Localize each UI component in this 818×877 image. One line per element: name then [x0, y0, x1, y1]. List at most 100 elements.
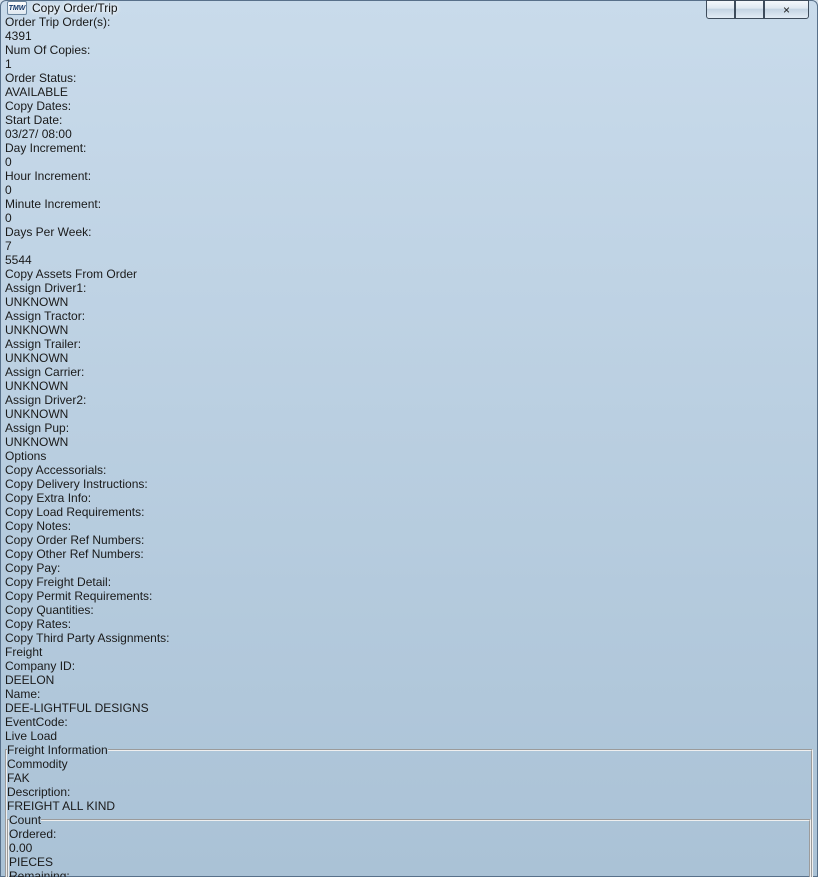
day-increment-label: Day Increment:	[5, 141, 86, 155]
description-field[interactable]: FREIGHT ALL KIND	[7, 799, 811, 813]
count-group-title: Count	[9, 813, 41, 827]
tab-freight[interactable]: Freight	[5, 645, 813, 659]
day-increment-input[interactable]: 0	[5, 155, 813, 169]
assign-tractor-label: Assign Tractor:	[5, 309, 85, 323]
options-section: Options Copy Accessorials: Copy Delivery…	[5, 449, 813, 645]
options-column-3: Copy Permit Requirements: Copy Quantitie…	[5, 589, 813, 645]
option-label: Copy Load Requirements:	[5, 505, 144, 519]
client-area: Order Trip Order(s): 4391 Num Of Copies:…	[5, 15, 813, 877]
company-id-label: Company ID:	[5, 659, 75, 673]
count-ordered-field[interactable]: 0.00	[9, 841, 809, 855]
copy-order-trip-window: TMW Copy Order/Trip × Order Trip Ord	[0, 0, 818, 877]
tab-order-5544[interactable]: 5544	[5, 253, 813, 267]
option-copy-third-party-assignments: Copy Third Party Assignments:	[5, 631, 813, 645]
window-title: Copy Order/Trip	[32, 1, 118, 15]
orders-input[interactable]: 4391	[5, 29, 813, 43]
order-status-combobox[interactable]: AVAILABLE	[5, 85, 813, 99]
days-per-week-column: Days Per Week: 7	[5, 225, 813, 253]
minute-increment-column: Minute Increment: 0	[5, 197, 813, 225]
assign-trailer-combobox[interactable]: UNKNOWN	[5, 351, 813, 365]
copy-dates-header: Copy Dates:	[5, 99, 813, 113]
hour-increment-label: Hour Increment:	[5, 169, 91, 183]
option-label: Copy Rates:	[5, 617, 71, 631]
assign-driver2-combobox[interactable]: UNKNOWN	[5, 407, 813, 421]
option-copy-rates: Copy Rates:	[5, 617, 813, 631]
minute-increment-label: Minute Increment:	[5, 197, 101, 211]
option-label: Copy Quantities:	[5, 603, 94, 617]
assign-pup-combobox[interactable]: UNKNOWN	[5, 435, 813, 449]
order-radio-label: Order	[5, 15, 36, 29]
event-code-field[interactable]: Live Load	[5, 729, 813, 743]
close-icon: ×	[783, 3, 790, 17]
minimize-button[interactable]	[706, 0, 735, 19]
copy-dates-header-label: Copy Dates:	[5, 99, 71, 113]
commodity-label: Commodity	[7, 757, 68, 771]
assign-carrier-combobox[interactable]: UNKNOWN	[5, 379, 813, 393]
name-label: Name:	[5, 687, 40, 701]
num-copies-input[interactable]: 1	[5, 57, 813, 71]
remaining-label: Remaining:	[9, 869, 70, 877]
assign-pup-value: UNKNOWN	[5, 435, 68, 449]
close-button[interactable]: ×	[764, 0, 809, 19]
assign-trailer-label: Assign Trailer:	[5, 337, 81, 351]
start-date-time: 08:00	[42, 127, 72, 141]
option-copy-order-ref-numbers: Copy Order Ref Numbers:	[5, 533, 813, 547]
assign-carrier-cell: Assign Carrier: UNKNOWN	[5, 365, 813, 393]
options-column-2: Copy Notes: Copy Order Ref Numbers: Copy…	[5, 519, 813, 589]
assign-driver1-label: Assign Driver1:	[5, 281, 86, 295]
count-group: Count Ordered: 0.00 PIECES Remaining: 0.…	[7, 813, 811, 877]
num-copies-label: Num Of Copies:	[5, 43, 90, 57]
hour-increment-input[interactable]: 0	[5, 183, 813, 197]
assign-driver2-label: Assign Driver2:	[5, 393, 86, 407]
maximize-button[interactable]	[735, 0, 764, 19]
option-copy-accessorials: Copy Accessorials:	[5, 463, 813, 477]
window-buttons: ×	[706, 0, 809, 19]
option-copy-load-requirements: Copy Load Requirements:	[5, 505, 813, 519]
option-copy-pay: Copy Pay:	[5, 561, 813, 575]
dialog-content: Order Trip Order(s): 4391 Num Of Copies:…	[5, 15, 813, 877]
freight-company-row: Company ID: DEELON Name: DEE-LIGHTFUL DE…	[5, 659, 813, 743]
assign-tractor-value: UNKNOWN	[5, 323, 68, 337]
measure-groups: Count Ordered: 0.00 PIECES Remaining: 0.…	[7, 813, 811, 877]
option-label: Copy Pay:	[5, 561, 60, 575]
option-label: Copy Other Ref Numbers:	[5, 547, 144, 561]
minute-increment-input[interactable]: 0	[5, 211, 813, 225]
order-tab-strip: 5544	[5, 253, 813, 267]
option-label: Copy Notes:	[5, 519, 71, 533]
app-icon: TMW	[7, 1, 27, 15]
option-copy-quantities: Copy Quantities:	[5, 603, 813, 617]
copy-dates-body: Start Date: 03/27/ 08:00	[5, 113, 813, 253]
hour-increment-column: Hour Increment: 0	[5, 169, 813, 197]
copy-assets-row: Copy Assets From Order	[5, 267, 813, 281]
days-per-week-label: Days Per Week:	[5, 225, 91, 239]
copy-assets-link[interactable]: Copy Assets From Order	[5, 267, 137, 281]
start-date-label: Start Date:	[5, 113, 62, 127]
assign-tractor-cell: Assign Tractor: UNKNOWN	[5, 309, 813, 337]
freight-information-group: Freight Information Commodity FAK Descri…	[5, 743, 813, 877]
commodity-field[interactable]: FAK	[7, 771, 811, 785]
assign-pup-label: Assign Pup:	[5, 421, 69, 435]
option-label: Copy Accessorials:	[5, 463, 106, 477]
days-per-week-input[interactable]: 7	[5, 239, 813, 253]
option-copy-freight-detail: Copy Freight Detail:	[5, 575, 813, 589]
option-copy-notes: Copy Notes:	[5, 519, 813, 533]
assign-driver1-combobox[interactable]: UNKNOWN	[5, 295, 813, 309]
commodity-row: Commodity FAK Description: FREIGHT ALL K…	[7, 757, 811, 813]
assign-tractor-combobox[interactable]: UNKNOWN	[5, 323, 813, 337]
orders-label: Order(s):	[62, 15, 110, 29]
option-label: Copy Delivery Instructions:	[5, 477, 148, 491]
count-ordered-row: Ordered: 0.00 PIECES	[9, 827, 809, 869]
start-date-input[interactable]: 03/27/ 08:00	[5, 127, 813, 141]
company-id-field[interactable]: DEELON	[5, 673, 813, 687]
option-copy-other-ref-numbers: Copy Other Ref Numbers:	[5, 547, 813, 561]
option-label: Copy Order Ref Numbers:	[5, 533, 144, 547]
options-header-label: Options	[5, 449, 46, 463]
count-unit-field[interactable]: PIECES	[9, 855, 809, 869]
copy-dates-section: Copy Dates: Start Date: 03/27/ 08:00	[5, 99, 813, 253]
name-field[interactable]: DEE-LIGHTFUL DESIGNS	[5, 701, 813, 715]
trip-radio-label: Trip	[39, 15, 59, 29]
assign-driver1-cell: Assign Driver1: UNKNOWN	[5, 281, 813, 309]
assign-pup-cell: Assign Pup: UNKNOWN	[5, 421, 813, 449]
titlebar: TMW Copy Order/Trip ×	[5, 1, 813, 15]
freight-tab-strip: Freight	[5, 645, 813, 659]
